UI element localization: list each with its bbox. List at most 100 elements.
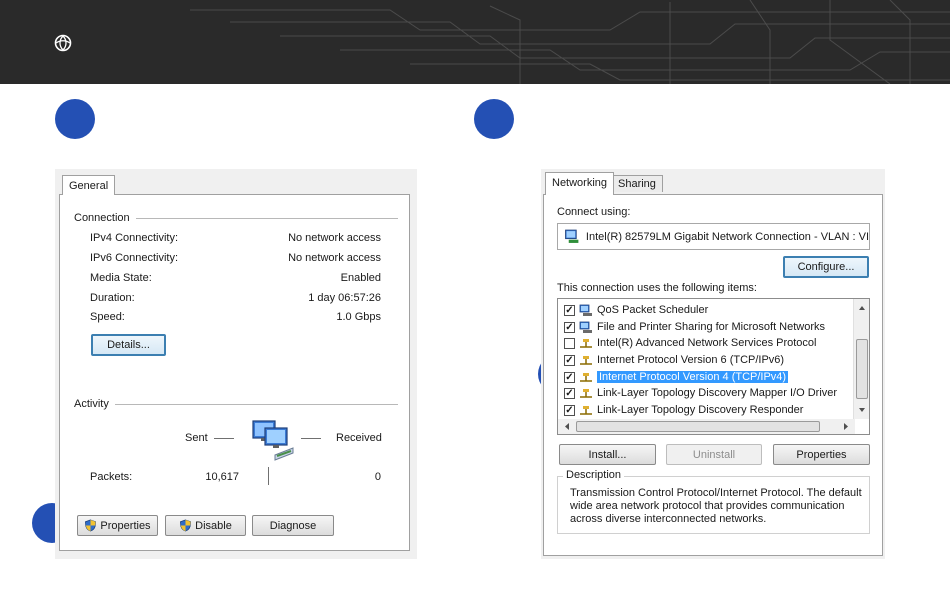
install-button-label: Install...	[588, 448, 627, 461]
tab-sharing-label: Sharing	[618, 178, 656, 190]
item-checkbox[interactable]: ✓	[564, 404, 575, 416]
scroll-down-icon[interactable]	[854, 403, 870, 417]
description-heading: Description	[563, 469, 625, 481]
item-label: Internet Protocol Version 6 (TCP/IPv6)	[597, 354, 785, 366]
tab-general-label: General	[69, 180, 109, 192]
duration-label: Duration:	[90, 292, 135, 304]
items-label: This connection uses the following items…	[557, 282, 757, 294]
speed-label: Speed:	[90, 311, 125, 323]
uninstall-button-label: Uninstall	[692, 448, 736, 461]
packets-received-value: 0	[374, 471, 381, 483]
protocol-icon	[580, 372, 592, 382]
packets-label: Packets:	[90, 471, 133, 483]
uninstall-button[interactable]: Uninstall	[666, 444, 762, 465]
diagnose-button-label: Diagnose	[269, 519, 317, 532]
received-label: Received	[336, 432, 382, 444]
protocol-icon	[580, 355, 592, 365]
scroll-up-icon[interactable]	[854, 301, 870, 315]
item-checkbox[interactable]: ✓	[564, 371, 575, 383]
media-state-label: Media State:	[90, 272, 152, 284]
ipv6-value: No network access	[288, 252, 381, 264]
scroll-left-icon[interactable]	[560, 419, 574, 434]
item-checkbox[interactable]: ✓	[564, 387, 575, 399]
item-checkbox[interactable]	[564, 337, 575, 349]
item-properties-button[interactable]: Properties	[773, 444, 870, 465]
shield-icon	[85, 519, 97, 532]
list-item[interactable]: ✓ Internet Protocol Version 6 (TCP/IPv6)	[564, 352, 784, 368]
activity-rule	[74, 404, 398, 405]
speed-value: 1.0 Gbps	[336, 311, 381, 323]
item-label: Internet Protocol Version 4 (TCP/IPv4)	[597, 371, 789, 383]
item-properties-button-label: Properties	[796, 448, 847, 461]
scroll-thumb-horizontal[interactable]	[576, 421, 820, 432]
step-marker	[55, 99, 95, 139]
item-checkbox[interactable]: ✓	[564, 304, 575, 316]
items-list[interactable]: ✓ QoS Packet Scheduler ✓ File and Printe…	[557, 298, 870, 435]
details-button[interactable]: Details...	[91, 334, 166, 356]
service-icon	[579, 304, 592, 316]
tab-networking[interactable]: Networking	[545, 172, 615, 195]
shield-icon	[180, 519, 192, 532]
item-label: Link-Layer Topology Discovery Responder	[597, 404, 804, 416]
packets-divider	[268, 467, 269, 485]
description-line: wide area network protocol that provides…	[570, 500, 845, 512]
adapter-name: Intel(R) 82579LM Gigabit Network Connect…	[585, 230, 869, 243]
ipv6-label: IPv6 Connectivity:	[90, 252, 179, 264]
step-marker	[474, 99, 514, 139]
list-item[interactable]: ✓ Link-Layer Topology Discovery Mapper I…	[564, 385, 837, 401]
item-label: File and Printer Sharing for Microsoft N…	[597, 321, 826, 333]
list-item[interactable]: ✓ QoS Packet Scheduler	[564, 302, 708, 318]
ipv4-value: No network access	[288, 232, 381, 244]
description-line: across diverse interconnected networks.	[570, 513, 767, 525]
packets-sent-value: 10,617	[205, 471, 239, 483]
ipv4-label: IPv4 Connectivity:	[90, 232, 179, 244]
disable-button[interactable]: Disable	[165, 515, 246, 536]
description-line: Transmission Control Protocol/Internet P…	[570, 487, 862, 499]
sent-line	[214, 438, 234, 439]
duration-value: 1 day 06:57:26	[308, 292, 381, 304]
media-state-value: Enabled	[340, 272, 381, 284]
item-label: QoS Packet Scheduler	[597, 304, 709, 316]
horizontal-scrollbar[interactable]	[558, 419, 855, 434]
properties-dialog: Networking Sharing Connect using: Intel(…	[541, 169, 885, 559]
item-label: Link-Layer Topology Discovery Mapper I/O…	[597, 387, 838, 399]
properties-button-label: Properties	[100, 519, 151, 532]
configure-button-label: Configure...	[797, 261, 855, 273]
configure-button[interactable]: Configure...	[783, 256, 869, 278]
adapter-field: Intel(R) 82579LM Gigabit Network Connect…	[557, 223, 870, 250]
network-computers-icon	[252, 420, 294, 461]
protocol-icon	[580, 405, 592, 415]
networking-frame: Connect using: Intel(R) 82579LM Gigabit …	[543, 194, 883, 556]
tab-networking-label: Networking	[552, 177, 608, 189]
protocol-icon	[580, 388, 592, 398]
connection-heading: Connection	[74, 212, 136, 224]
install-button[interactable]: Install...	[559, 444, 656, 465]
sent-label: Sent	[185, 432, 208, 444]
list-item-selected[interactable]: ✓ Internet Protocol Version 4 (TCP/IPv4)	[564, 369, 789, 385]
logo-icon	[54, 34, 72, 52]
vertical-scrollbar[interactable]	[853, 299, 869, 419]
received-line	[301, 438, 321, 439]
list-item[interactable]: ✓ File and Printer Sharing for Microsoft…	[564, 319, 825, 335]
scroll-thumb[interactable]	[856, 339, 868, 399]
status-frame: Connection IPv4 Connectivity: No network…	[59, 194, 410, 551]
properties-button[interactable]: Properties	[77, 515, 158, 536]
banner-pattern	[190, 0, 950, 84]
protocol-icon	[580, 338, 592, 348]
tab-general[interactable]: General	[62, 175, 116, 195]
adapter-icon	[565, 229, 579, 243]
connect-using-label: Connect using:	[557, 206, 631, 218]
item-checkbox[interactable]: ✓	[564, 321, 575, 333]
scroll-right-icon[interactable]	[839, 419, 853, 434]
list-item[interactable]: Intel(R) Advanced Network Services Proto…	[564, 335, 816, 351]
header-banner	[0, 0, 950, 84]
item-checkbox[interactable]: ✓	[564, 354, 575, 366]
list-item[interactable]: ✓ Link-Layer Topology Discovery Responde…	[564, 402, 803, 418]
service-icon	[579, 321, 592, 333]
item-label: Intel(R) Advanced Network Services Proto…	[597, 337, 817, 349]
disable-button-label: Disable	[195, 519, 232, 532]
details-button-label: Details...	[107, 339, 150, 351]
activity-heading: Activity	[74, 398, 115, 410]
tab-sharing[interactable]: Sharing	[611, 175, 663, 192]
diagnose-button[interactable]: Diagnose	[252, 515, 334, 536]
